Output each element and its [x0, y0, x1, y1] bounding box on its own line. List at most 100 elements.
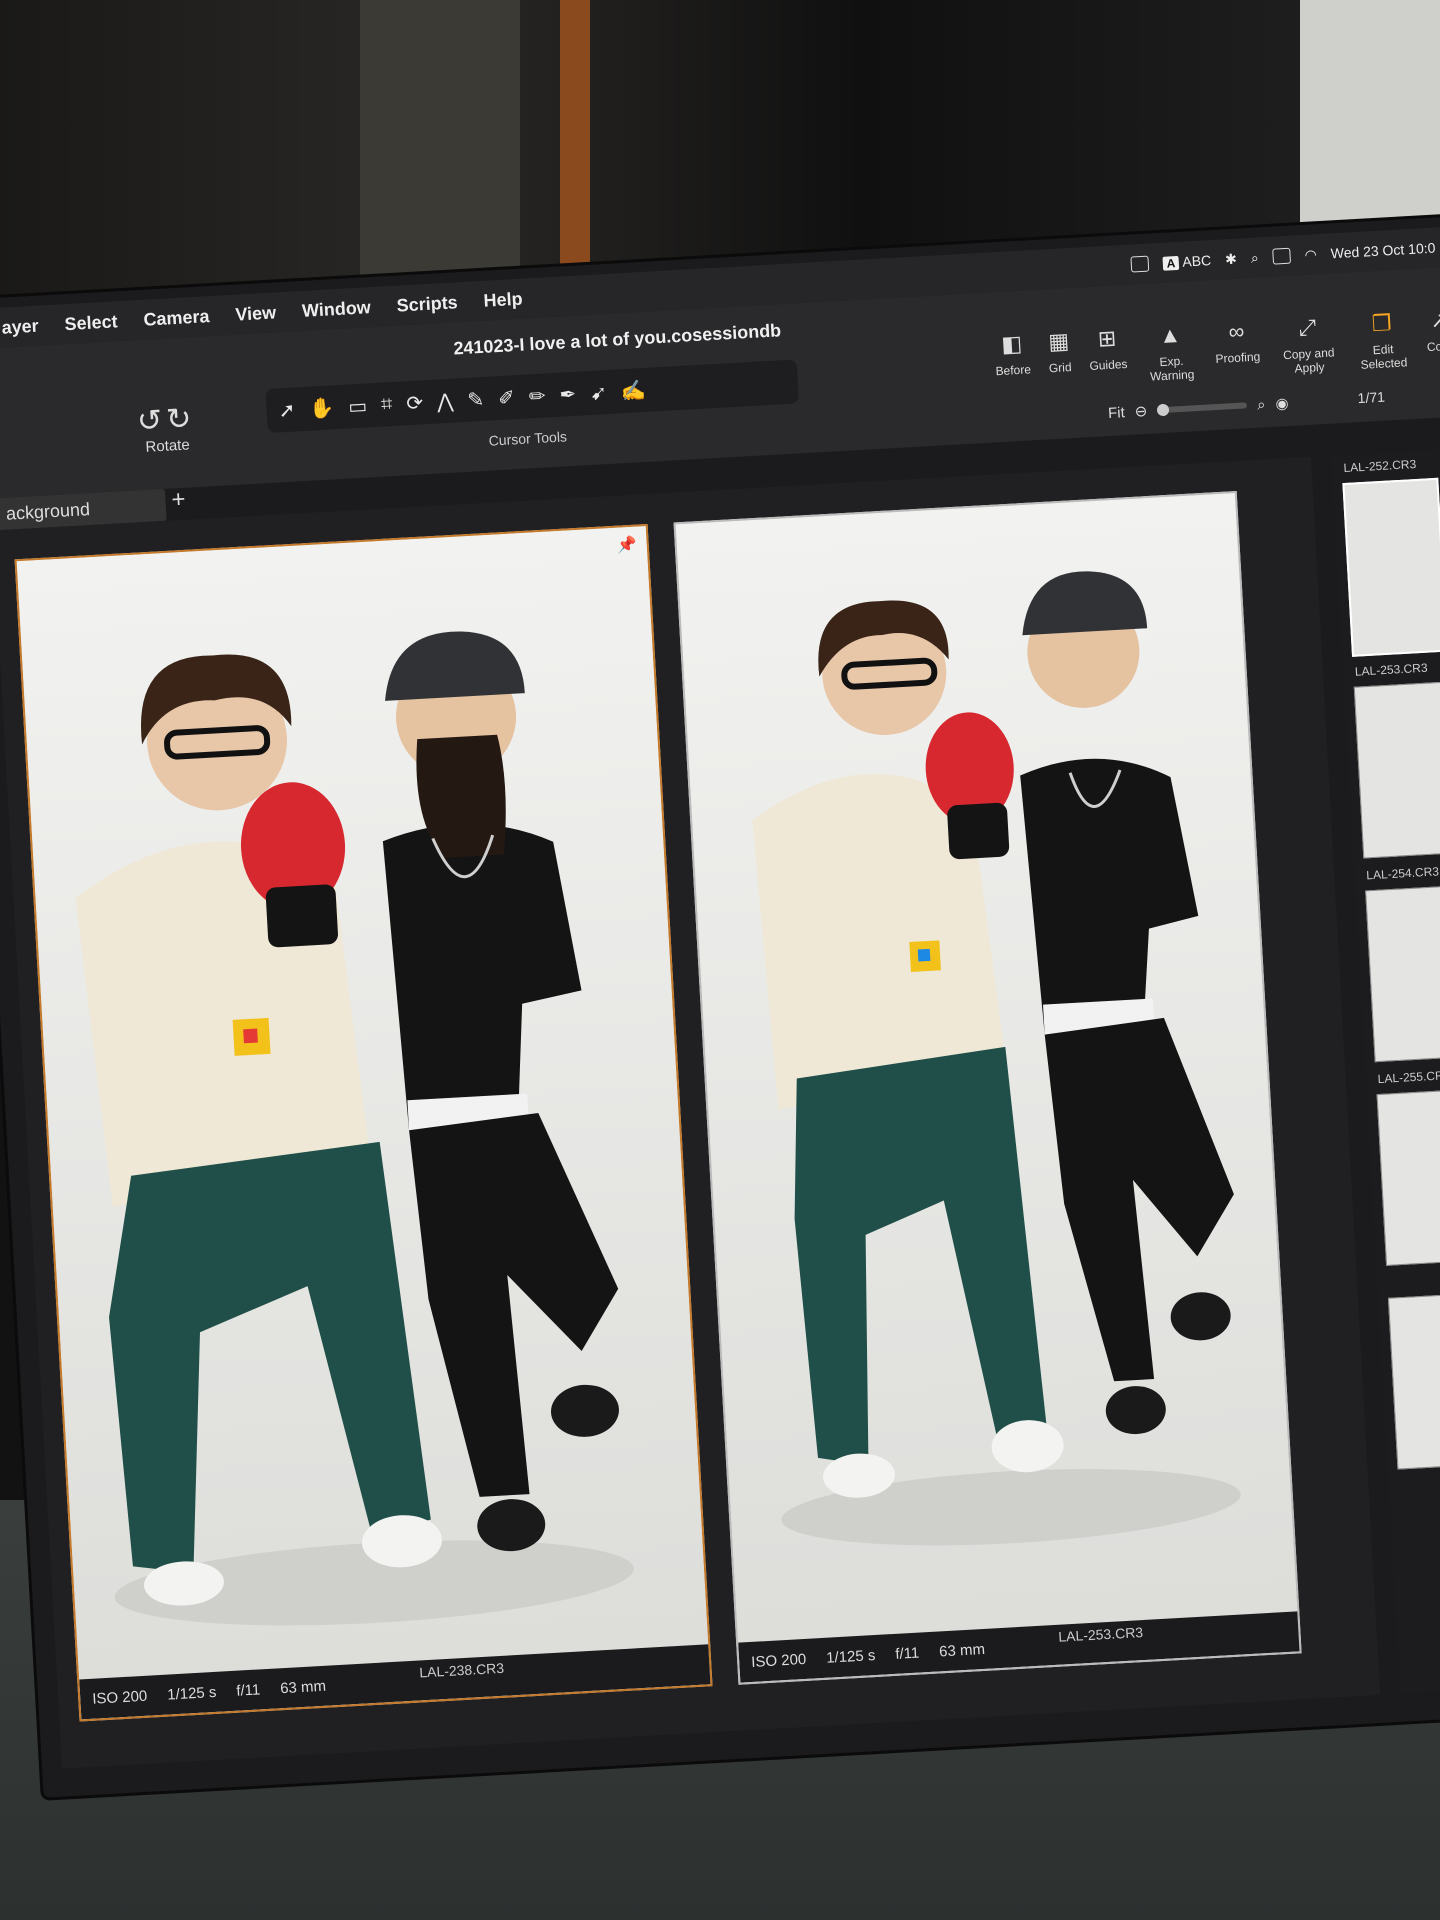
rotate-right-icon[interactable]: ↻ — [165, 402, 196, 437]
woman-shirt — [382, 823, 582, 1131]
brush-icon[interactable]: ✎ — [467, 386, 485, 412]
menu-item-window[interactable]: Window — [301, 297, 371, 322]
photo-scene: ayer Select Camera View Window Scripts H… — [0, 0, 1440, 1920]
exposure-warning-button[interactable]: ▲ Exp. Warning — [1143, 321, 1199, 384]
cursor-tools-label: Cursor Tools — [488, 428, 568, 449]
rubiks-cube — [917, 948, 931, 962]
rotate-buttons[interactable]: ↺↻ — [136, 401, 196, 439]
layers-icon: ❐ — [1371, 310, 1393, 337]
menu-item-select[interactable]: Select — [64, 311, 118, 335]
zoom-slider-handle[interactable] — [1156, 403, 1170, 417]
hand-icon[interactable]: ✋ — [309, 395, 335, 421]
image-counter: 1/71 — [1357, 388, 1386, 407]
woman-shoe — [1170, 1292, 1231, 1341]
photo-left[interactable]: ISO 200 1/125 s f/11 63 mm LAL-238.CR3 📌 — [14, 523, 713, 1722]
menu-item-view[interactable]: View — [235, 302, 277, 325]
rubiks-cube — [243, 1028, 258, 1044]
keystone-icon[interactable]: ⋀ — [436, 388, 454, 414]
document-title: 241023-I love a lot of you.cosessiondb — [452, 320, 782, 359]
menu-item-layer[interactable]: ayer — [1, 315, 39, 338]
glove-cuff — [947, 802, 1010, 860]
zoom-slider[interactable] — [1156, 402, 1248, 417]
copy-button[interactable]: ↗ Copy — [1425, 307, 1440, 368]
eraser-icon[interactable]: ✐ — [497, 385, 516, 411]
pen-icon[interactable]: ✍ — [620, 377, 646, 403]
filename-right: LAL-253.CR3 — [1057, 1624, 1144, 1645]
thumb-label: LAL-255.CR3 — [1377, 1068, 1440, 1087]
rotate-tool-icon[interactable]: ⟳ — [406, 390, 424, 416]
exif-iso: ISO 200 — [91, 1687, 148, 1708]
thumb-label: LAL-254.CR3 — [1365, 864, 1440, 883]
select-arrow-icon[interactable]: ➚ — [278, 397, 296, 423]
exif-aperture: f/11 — [894, 1644, 920, 1663]
guides-icon: ⊞ — [1097, 325, 1117, 352]
cursor-tools: ➚ ✋ ▭ ⌗ ⟳ ⋀ ✎ ✐ ✏ ✒ ➹ ✍ — [265, 359, 800, 434]
monitor-bezel: ayer Select Camera View Window Scripts H… — [0, 216, 1440, 1798]
man-pants — [794, 1046, 1047, 1466]
search-icon[interactable]: ⌕ — [1250, 249, 1259, 266]
edit-selected-button[interactable]: ❐ Edit Selected — [1355, 309, 1410, 372]
rotate-group: ↺↻ Rotate — [136, 401, 197, 456]
exif-shutter: 1/125 s — [825, 1646, 876, 1667]
exif-focal: 63 mm — [279, 1677, 327, 1697]
picker-icon[interactable]: ✒ — [559, 381, 577, 407]
pin-icon[interactable]: 📌 — [616, 535, 637, 556]
exif-focal: 63 mm — [938, 1640, 986, 1660]
exif-iso: ISO 200 — [750, 1650, 807, 1671]
window-icon[interactable] — [1130, 255, 1150, 273]
rotate-label: Rotate — [145, 436, 191, 456]
datetime[interactable]: Wed 23 Oct 10:0 — [1330, 240, 1436, 262]
wifi-icon[interactable]: ◠ — [1304, 246, 1317, 264]
image-viewer: ISO 200 1/125 s f/11 63 mm LAL-238.CR3 📌 — [0, 456, 1381, 1769]
copy-apply-button[interactable]: ⤢ Copy and Apply — [1276, 313, 1341, 376]
crop-frame-icon[interactable]: ▭ — [348, 393, 368, 419]
woman-shirt — [1020, 758, 1199, 1035]
zoom-controls: Fit ⊖ ⌕ ◉ — [1108, 394, 1289, 422]
annotate-icon[interactable]: ➹ — [590, 380, 608, 406]
input-source-icon[interactable]: A ABC — [1162, 252, 1212, 271]
glasses-icon: ∞ — [1227, 318, 1245, 345]
thumbnail[interactable] — [1387, 1292, 1440, 1470]
battery-icon[interactable] — [1272, 247, 1292, 265]
grid-icon: ▦ — [1047, 328, 1070, 355]
thumbnail[interactable] — [1342, 477, 1440, 657]
woman-shoe — [551, 1384, 619, 1437]
zoom-in-icon[interactable]: ⌕ — [1257, 396, 1266, 413]
eye-icon[interactable]: ◉ — [1275, 394, 1289, 413]
woman-pants — [409, 1112, 619, 1497]
warning-icon: ▲ — [1158, 321, 1182, 349]
thumbnail[interactable] — [1376, 1088, 1440, 1266]
copy-icon: ↗ — [1429, 306, 1440, 333]
thumb-label: LAL-253.CR3 — [1354, 660, 1428, 679]
woman-cap — [1022, 571, 1148, 636]
add-layer-icon[interactable]: + — [171, 486, 187, 515]
glove-cuff — [265, 884, 338, 948]
couple-photo-left — [75, 631, 634, 1626]
guides-button[interactable]: ⊞ Guides — [1087, 325, 1128, 387]
exif-shutter: 1/125 s — [166, 1683, 217, 1704]
man-pants — [109, 1141, 431, 1573]
proofing-button[interactable]: ∞ Proofing — [1213, 318, 1261, 380]
gradient-icon[interactable]: ✏ — [528, 383, 546, 409]
thumbnail[interactable] — [1365, 885, 1440, 1063]
woman-cap — [385, 631, 525, 701]
exif-aperture: f/11 — [235, 1680, 261, 1700]
menu-item-scripts[interactable]: Scripts — [396, 292, 458, 316]
fit-label[interactable]: Fit — [1108, 404, 1126, 422]
thumbnail[interactable] — [1353, 681, 1440, 859]
grid-button[interactable]: ▦ Grid — [1047, 328, 1073, 389]
before-icon: ◧ — [1000, 330, 1023, 357]
view-tools: ◧ Before ▦ Grid ⊞ Guides ▲ Exp. Warning ∞ Pro… — [993, 307, 1440, 393]
before-button[interactable]: ◧ Before — [993, 330, 1032, 392]
couple-photo-right — [752, 571, 1241, 1546]
monitor: ayer Select Camera View Window Scripts H… — [0, 216, 1440, 1917]
bluetooth-icon[interactable]: ✱ — [1225, 250, 1238, 268]
thumb-label: LAL-252.CR3 — [1343, 456, 1417, 476]
zoom-out-icon[interactable]: ⊖ — [1134, 402, 1148, 421]
photo-right[interactable]: ISO 200 1/125 s f/11 63 mm LAL-253.CR3 — [673, 491, 1302, 1685]
system-status: A ABC ✱ ⌕ ◠ Wed 23 Oct 10:0 — [1130, 238, 1440, 273]
menu-item-camera[interactable]: Camera — [143, 306, 210, 331]
crop-icon[interactable]: ⌗ — [380, 393, 393, 417]
rotate-left-icon[interactable]: ↺ — [136, 404, 167, 439]
menu-item-help[interactable]: Help — [483, 288, 523, 311]
